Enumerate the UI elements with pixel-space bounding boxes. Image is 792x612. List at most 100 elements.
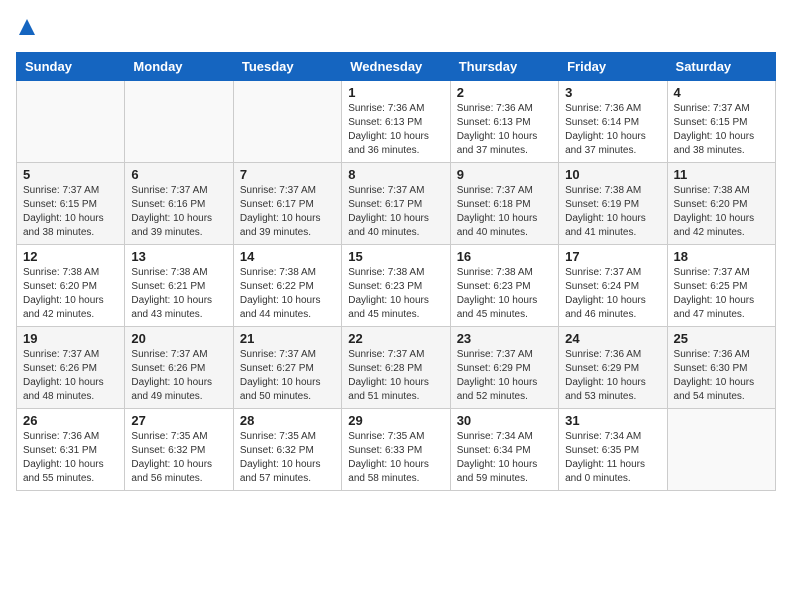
day-number: 21 (240, 331, 335, 346)
day-info: Sunrise: 7:38 AM Sunset: 6:20 PM Dayligh… (674, 184, 769, 240)
day-number: 30 (457, 413, 552, 428)
calendar-cell: 25 Sunrise: 7:36 AM Sunset: 6:30 PM Dayli… (667, 327, 775, 409)
day-number: 17 (565, 249, 660, 264)
day-number: 11 (674, 167, 769, 182)
day-info: Sunrise: 7:37 AM Sunset: 6:26 PM Dayligh… (131, 348, 226, 404)
day-number: 18 (674, 249, 769, 264)
day-number: 24 (565, 331, 660, 346)
day-info: Sunrise: 7:34 AM Sunset: 6:34 PM Dayligh… (457, 430, 552, 486)
weekday-header-friday: Friday (559, 53, 667, 81)
calendar-week-row: 12Sunrise: 7:38 AM Sunset: 6:20 PM Dayli… (17, 245, 776, 327)
calendar-cell: 11 Sunrise: 7:38 AM Sunset: 6:20 PM Dayli… (667, 163, 775, 245)
day-info: Sunrise: 7:37 AM Sunset: 6:25 PM Dayligh… (674, 266, 769, 322)
weekday-header-wednesday: Wednesday (342, 53, 450, 81)
calendar-cell: 15 Sunrise: 7:38 AM Sunset: 6:23 PM Dayli… (342, 245, 450, 327)
day-info: Sunrise: 7:35 AM Sunset: 6:32 PM Dayligh… (131, 430, 226, 486)
day-info: Sunrise: 7:34 AM Sunset: 6:35 PM Dayligh… (565, 430, 660, 486)
calendar-cell: 2Sunrise: 7:36 AM Sunset: 6:13 PM Daylig… (450, 81, 558, 163)
calendar-cell: 4 Sunrise: 7:37 AM Sunset: 6:15 PM Daylig… (667, 81, 775, 163)
day-number: 27 (131, 413, 226, 428)
calendar-cell: 30 Sunrise: 7:34 AM Sunset: 6:34 PM Dayli… (450, 409, 558, 491)
calendar-cell: 26 Sunrise: 7:36 AM Sunset: 6:31 PM Dayli… (17, 409, 125, 491)
calendar-cell: 7 Sunrise: 7:37 AM Sunset: 6:17 PM Daylig… (233, 163, 341, 245)
calendar-cell: 17 Sunrise: 7:37 AM Sunset: 6:24 PM Dayli… (559, 245, 667, 327)
day-info: Sunrise: 7:37 AM Sunset: 6:15 PM Dayligh… (674, 102, 769, 158)
day-info: Sunrise: 7:38 AM Sunset: 6:21 PM Dayligh… (131, 266, 226, 322)
day-info: Sunrise: 7:36 AM Sunset: 6:14 PM Dayligh… (565, 102, 660, 158)
calendar-cell: 28 Sunrise: 7:35 AM Sunset: 6:32 PM Dayli… (233, 409, 341, 491)
weekday-header-thursday: Thursday (450, 53, 558, 81)
calendar-cell: 29 Sunrise: 7:35 AM Sunset: 6:33 PM Dayli… (342, 409, 450, 491)
logo-icon (18, 18, 36, 36)
day-info: Sunrise: 7:37 AM Sunset: 6:17 PM Dayligh… (240, 184, 335, 240)
calendar-cell (233, 81, 341, 163)
calendar-cell: 16 Sunrise: 7:38 AM Sunset: 6:23 PM Dayli… (450, 245, 558, 327)
calendar-cell: 21 Sunrise: 7:37 AM Sunset: 6:27 PM Dayli… (233, 327, 341, 409)
weekday-header-sunday: Sunday (17, 53, 125, 81)
day-number: 13 (131, 249, 226, 264)
calendar-cell: 8Sunrise: 7:37 AM Sunset: 6:17 PM Daylig… (342, 163, 450, 245)
calendar-cell: 19Sunrise: 7:37 AM Sunset: 6:26 PM Dayli… (17, 327, 125, 409)
calendar-cell: 14 Sunrise: 7:38 AM Sunset: 6:22 PM Dayli… (233, 245, 341, 327)
day-number: 31 (565, 413, 660, 428)
weekday-header-tuesday: Tuesday (233, 53, 341, 81)
weekday-header-monday: Monday (125, 53, 233, 81)
day-number: 14 (240, 249, 335, 264)
day-info: Sunrise: 7:37 AM Sunset: 6:24 PM Dayligh… (565, 266, 660, 322)
day-number: 2 (457, 85, 552, 100)
day-info: Sunrise: 7:36 AM Sunset: 6:13 PM Dayligh… (348, 102, 443, 158)
day-number: 23 (457, 331, 552, 346)
day-info: Sunrise: 7:36 AM Sunset: 6:31 PM Dayligh… (23, 430, 118, 486)
calendar-cell: 31 Sunrise: 7:34 AM Sunset: 6:35 PM Dayli… (559, 409, 667, 491)
day-info: Sunrise: 7:35 AM Sunset: 6:33 PM Dayligh… (348, 430, 443, 486)
day-number: 22 (348, 331, 443, 346)
calendar-cell: 23 Sunrise: 7:37 AM Sunset: 6:29 PM Dayli… (450, 327, 558, 409)
calendar-week-row: 19 Sunrise: 7:37 AM Sunset: 6:26 PM Dayli… (17, 327, 776, 409)
day-number: 25 (674, 331, 769, 346)
calendar-week-row: 5Sunrise: 7:37 AM Sunset: 6:15 PM Daylig… (17, 163, 776, 245)
day-number: 10 (565, 167, 660, 182)
day-number: 12 (23, 249, 118, 264)
day-number: 5 (23, 167, 118, 182)
day-number: 20 (131, 331, 226, 346)
day-info: Sunrise: 7:37 AM Sunset: 6:29 PM Dayligh… (457, 348, 552, 404)
day-info: Sunrise: 7:35 AM Sunset: 6:32 PM Dayligh… (240, 430, 335, 486)
calendar-week-row: 1 Sunrise: 7:36 AM Sunset: 6:13 PM Daylig… (17, 81, 776, 163)
calendar-cell: 3 Sunrise: 7:36 AM Sunset: 6:14 PM Daylig… (559, 81, 667, 163)
calendar-cell: 22 Sunrise: 7:37 AM Sunset: 6:28 PM Dayli… (342, 327, 450, 409)
calendar-cell: 10 Sunrise: 7:38 AM Sunset: 6:19 PM Dayli… (559, 163, 667, 245)
day-info: Sunrise: 7:38 AM Sunset: 6:19 PM Dayligh… (565, 184, 660, 240)
day-info: Sunrise: 7:37 AM Sunset: 6:27 PM Dayligh… (240, 348, 335, 404)
calendar-cell (17, 81, 125, 163)
day-number: 4 (674, 85, 769, 100)
day-number: 29 (348, 413, 443, 428)
weekday-header-saturday: Saturday (667, 53, 775, 81)
day-number: 16 (457, 249, 552, 264)
day-number: 1 (348, 85, 443, 100)
day-info: Sunrise: 7:38 AM Sunset: 6:23 PM Dayligh… (457, 266, 552, 322)
page-header (16, 16, 776, 42)
day-number: 7 (240, 167, 335, 182)
calendar-cell: 24 Sunrise: 7:36 AM Sunset: 6:29 PM Dayli… (559, 327, 667, 409)
day-number: 3 (565, 85, 660, 100)
calendar-cell: 12Sunrise: 7:38 AM Sunset: 6:20 PM Dayli… (17, 245, 125, 327)
day-info: Sunrise: 7:37 AM Sunset: 6:18 PM Dayligh… (457, 184, 552, 240)
day-info: Sunrise: 7:36 AM Sunset: 6:30 PM Dayligh… (674, 348, 769, 404)
calendar-cell (125, 81, 233, 163)
day-number: 9 (457, 167, 552, 182)
day-number: 26 (23, 413, 118, 428)
day-number: 28 (240, 413, 335, 428)
day-number: 15 (348, 249, 443, 264)
calendar-cell: 18 Sunrise: 7:37 AM Sunset: 6:25 PM Dayli… (667, 245, 775, 327)
calendar-cell (667, 409, 775, 491)
day-number: 19 (23, 331, 118, 346)
calendar-cell: 9 Sunrise: 7:37 AM Sunset: 6:18 PM Daylig… (450, 163, 558, 245)
calendar-cell: 20 Sunrise: 7:37 AM Sunset: 6:26 PM Dayli… (125, 327, 233, 409)
calendar-cell: 6Sunrise: 7:37 AM Sunset: 6:16 PM Daylig… (125, 163, 233, 245)
day-info: Sunrise: 7:38 AM Sunset: 6:22 PM Dayligh… (240, 266, 335, 322)
day-info: Sunrise: 7:38 AM Sunset: 6:23 PM Dayligh… (348, 266, 443, 322)
day-info: Sunrise: 7:36 AM Sunset: 6:29 PM Dayligh… (565, 348, 660, 404)
day-info: Sunrise: 7:37 AM Sunset: 6:28 PM Dayligh… (348, 348, 443, 404)
calendar-cell: 27 Sunrise: 7:35 AM Sunset: 6:32 PM Dayli… (125, 409, 233, 491)
calendar-week-row: 26 Sunrise: 7:36 AM Sunset: 6:31 PM Dayli… (17, 409, 776, 491)
